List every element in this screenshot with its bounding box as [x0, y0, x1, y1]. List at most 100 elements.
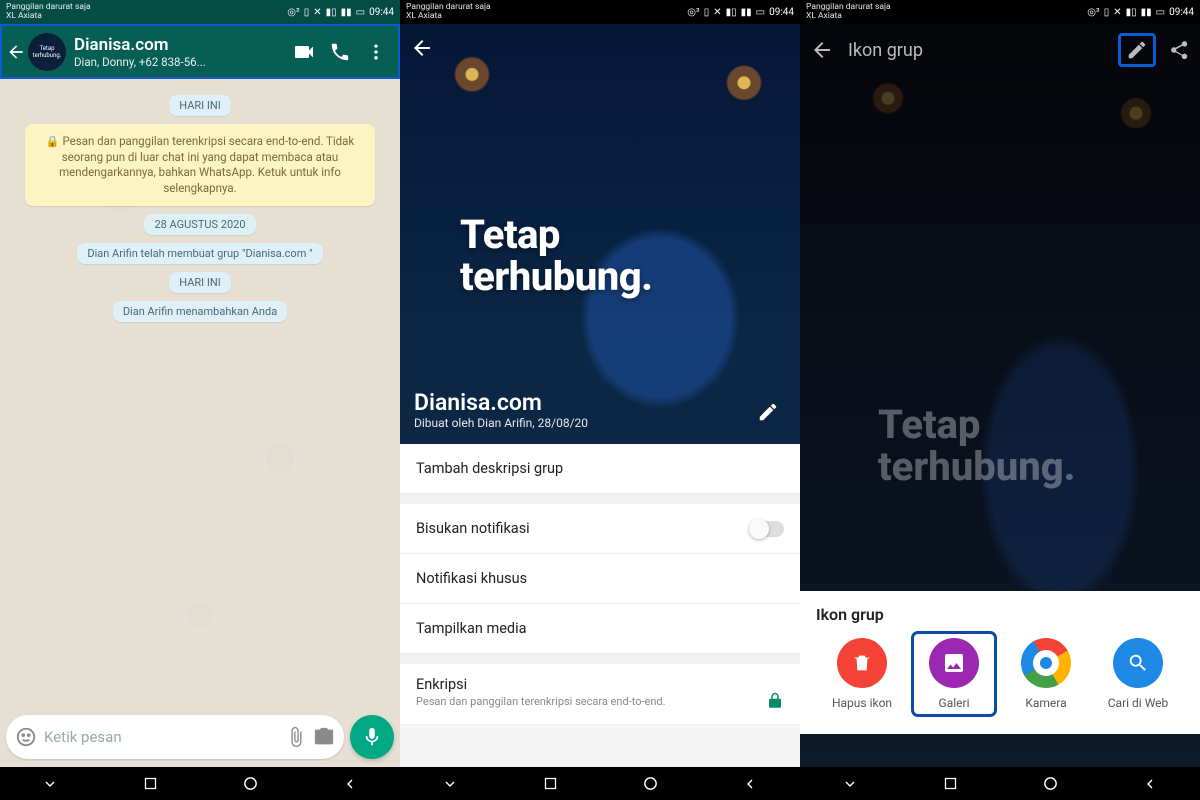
- hotspot-icon: ◎²: [687, 7, 699, 18]
- icon-picker-sheet: Ikon grup Hapus ikon Galeri: [800, 591, 1200, 734]
- encryption-notice[interactable]: 🔒Pesan dan panggilan terenkripsi secara …: [25, 124, 375, 206]
- hero-overlay-text: Tetapterhubung.: [460, 214, 653, 298]
- status-bar: Panggilan darurat saja XL Axiata ◎² ▯ ✕ …: [0, 0, 400, 24]
- nav-recent-icon[interactable]: [941, 775, 959, 793]
- status-time: 09:44: [769, 7, 794, 18]
- hotspot-icon: ◎²: [287, 7, 299, 18]
- android-nav: [800, 767, 1200, 800]
- status-carrier: XL Axiata: [406, 12, 491, 21]
- group-members: Dian, Donny, +62 838-56...: [74, 55, 286, 69]
- lock-icon: [766, 692, 784, 710]
- camera-icon[interactable]: [312, 725, 336, 749]
- screen-title: Ikon grup: [834, 40, 1120, 61]
- android-nav: [400, 767, 800, 800]
- nav-recent-icon[interactable]: [141, 775, 159, 793]
- mute-notifications-item[interactable]: Bisukan notifikasi: [400, 504, 800, 554]
- encryption-item[interactable]: Enkripsi Pesan dan panggilan terenkripsi…: [400, 664, 800, 725]
- system-message: Dian Arifin telah membuat grup "Dianisa.…: [77, 243, 322, 264]
- battery-icon: ▭: [756, 7, 765, 18]
- chat-header[interactable]: Tetapterhubung. Dianisa.com Dian, Donny,…: [0, 24, 400, 79]
- nav-home-icon[interactable]: [241, 775, 259, 793]
- volte-icon: ▯: [1104, 7, 1110, 18]
- attach-icon[interactable]: [284, 725, 308, 749]
- input-placeholder: Ketik pesan: [38, 728, 280, 746]
- group-settings-list: Tambah deskripsi grup Bisukan notifikasi…: [400, 444, 800, 767]
- nav-home-icon[interactable]: [1041, 775, 1059, 793]
- option-gallery[interactable]: Galeri: [914, 634, 994, 714]
- nav-back-icon[interactable]: [741, 775, 759, 793]
- screen-3-icon-picker: Panggilan darurat saja XL Axiata ◎² ▯ ✕ …: [800, 0, 1200, 800]
- gallery-icon: [929, 638, 979, 688]
- emoji-icon[interactable]: [14, 725, 38, 749]
- camera-icon: [1021, 638, 1071, 688]
- group-created-by: Dibuat oleh Dian Arifin, 28/08/20: [414, 416, 588, 430]
- show-media-item[interactable]: Tampilkan media: [400, 604, 800, 654]
- hotspot-icon: ◎²: [1087, 7, 1099, 18]
- date-divider: HARI INI: [169, 95, 230, 116]
- status-carrier: XL Axiata: [806, 12, 891, 21]
- no-sim-icon: ✕: [313, 7, 321, 18]
- nav-dropdown-icon[interactable]: [841, 775, 859, 793]
- status-bar: Panggilan darurat saja XL Axiata ◎² ▯ ✕ …: [400, 0, 800, 24]
- option-search-web[interactable]: Cari di Web: [1098, 638, 1178, 714]
- date-divider: 28 AGUSTUS 2020: [144, 214, 255, 235]
- option-remove-icon[interactable]: Hapus ikon: [822, 638, 902, 714]
- chat-body[interactable]: HARI INI 🔒Pesan dan panggilan terenkrips…: [0, 79, 400, 709]
- volte-icon: ▯: [704, 7, 710, 18]
- date-divider: HARI INI: [169, 272, 230, 293]
- message-input[interactable]: Ketik pesan: [6, 715, 344, 759]
- back-icon[interactable]: [6, 42, 26, 62]
- mute-toggle[interactable]: [750, 521, 784, 537]
- back-icon[interactable]: [810, 38, 834, 62]
- option-camera[interactable]: Kamera: [1006, 638, 1086, 714]
- status-carrier: XL Axiata: [6, 12, 91, 21]
- back-icon[interactable]: [410, 36, 434, 60]
- status-bar: Panggilan darurat saja XL Axiata ◎² ▯ ✕ …: [800, 0, 1200, 24]
- system-message: Dian Arifin menambahkan Anda: [113, 301, 287, 322]
- signal-icon: ▮▯: [326, 7, 337, 18]
- status-icons: ◎² ▯ ✕ ▮▯ ▮▮ ▭ 09:44: [1087, 7, 1194, 18]
- share-icon[interactable]: [1168, 39, 1190, 61]
- nav-dropdown-icon[interactable]: [41, 775, 59, 793]
- sheet-title: Ikon grup: [816, 605, 1184, 624]
- mic-button[interactable]: [350, 715, 394, 759]
- lock-icon: 🔒: [46, 135, 60, 148]
- signal-icon: ▮▯: [1126, 7, 1137, 18]
- edit-icon-button[interactable]: [1120, 35, 1154, 65]
- signal-icon-2: ▮▮: [741, 7, 752, 18]
- voice-call-button[interactable]: [322, 41, 358, 63]
- add-description-item[interactable]: Tambah deskripsi grup: [400, 444, 800, 494]
- signal-icon: ▮▯: [726, 7, 737, 18]
- chat-input-row: Ketik pesan: [0, 709, 400, 767]
- group-avatar[interactable]: Tetapterhubung.: [28, 33, 66, 71]
- search-icon: [1113, 638, 1163, 688]
- status-icons: ◎² ▯ ✕ ▮▯ ▮▮ ▭ 09:44: [687, 7, 794, 18]
- no-sim-icon: ✕: [1113, 7, 1121, 18]
- video-call-button[interactable]: [286, 40, 322, 64]
- hero-overlay-text: Tetapterhubung.: [878, 404, 1076, 488]
- nav-back-icon[interactable]: [1141, 775, 1159, 793]
- trash-icon: [837, 638, 887, 688]
- more-menu-button[interactable]: [358, 42, 394, 62]
- group-name: Dianisa.com: [414, 389, 588, 416]
- nav-back-icon[interactable]: [341, 775, 359, 793]
- battery-icon: ▭: [356, 7, 365, 18]
- screen-2-group-info: Panggilan darurat saja XL Axiata ◎² ▯ ✕ …: [400, 0, 800, 800]
- android-nav: [0, 767, 400, 800]
- status-icons: ◎² ▯ ✕ ▮▯ ▮▮ ▭ 09:44: [287, 7, 394, 18]
- nav-dropdown-icon[interactable]: [441, 775, 459, 793]
- screen-1-chat: Panggilan darurat saja XL Axiata ◎² ▯ ✕ …: [0, 0, 400, 800]
- signal-icon-2: ▮▮: [341, 7, 352, 18]
- edit-name-button[interactable]: [750, 394, 786, 430]
- nav-recent-icon[interactable]: [541, 775, 559, 793]
- custom-notifications-item[interactable]: Notifikasi khusus: [400, 554, 800, 604]
- group-hero-image[interactable]: Tetapterhubung. Dianisa.com Dibuat oleh …: [400, 24, 800, 444]
- no-sim-icon: ✕: [713, 7, 721, 18]
- volte-icon: ▯: [304, 7, 310, 18]
- status-time: 09:44: [1169, 7, 1194, 18]
- nav-home-icon[interactable]: [641, 775, 659, 793]
- battery-icon: ▭: [1156, 7, 1165, 18]
- signal-icon-2: ▮▮: [1141, 7, 1152, 18]
- status-time: 09:44: [369, 7, 394, 18]
- icon-viewer-body[interactable]: Ikon grup Tetapterhubung. Ikon grup: [800, 24, 1200, 767]
